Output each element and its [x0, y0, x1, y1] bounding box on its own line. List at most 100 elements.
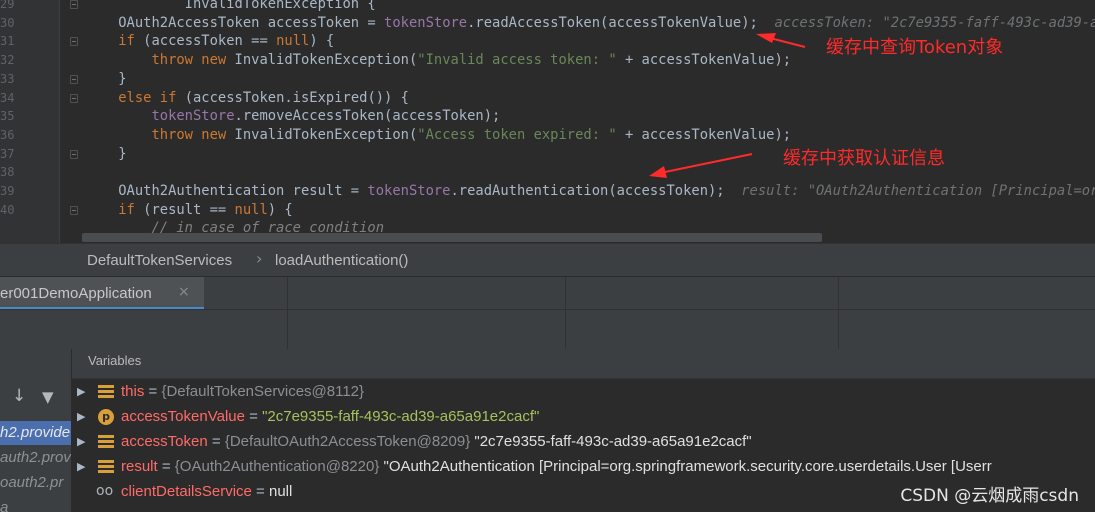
frames-panel: ↓ ▼ h2.provide auth2.provi oauth2.pr a — [0, 349, 72, 512]
fold-marker-icon[interactable] — [70, 149, 78, 159]
variables-header: Variables — [72, 349, 1095, 379]
expand-arrow-icon[interactable]: ▶ — [77, 429, 85, 454]
expand-arrow-icon[interactable]: ▶ — [77, 454, 85, 479]
code-token: .readAuthentication(accessToken); — [450, 183, 725, 199]
fold-marker-icon[interactable] — [70, 0, 78, 9]
watermark: CSDN @云烟成雨csdn — [900, 486, 1079, 506]
code-line: if (accessToken == null) { — [85, 32, 334, 50]
line-number: 29 — [0, 0, 15, 11]
annotation-arrow-1 — [769, 37, 806, 48]
annotation-arrow-2-head — [649, 166, 667, 178]
fold-marker-icon[interactable] — [70, 74, 78, 84]
field-icon — [98, 385, 114, 399]
code-line: OAuth2Authentication result = tokenStore… — [85, 182, 1095, 200]
code-token: OAuth2Authentication result = — [85, 183, 368, 199]
code-token: if — [118, 201, 135, 218]
variable-name: result — [121, 458, 158, 475]
variable-name: accessTokenValue — [121, 408, 245, 425]
fold-marker-icon[interactable] — [70, 37, 78, 47]
code-token: + accessTokenValue); — [616, 126, 792, 143]
variable-name: clientDetailsService — [121, 483, 252, 500]
variable-row[interactable]: ▶ this = {DefaultTokenServices@8112} — [72, 379, 1095, 404]
arrow-down-icon[interactable]: ↓ — [12, 386, 26, 406]
code-token: null — [234, 201, 268, 218]
debug-tool-window-header: er001DemoApplication × — [0, 276, 1095, 310]
variable-type: {DefaultOAuth2AccessToken@8209} — [224, 433, 471, 450]
code-token: tokenStore — [367, 183, 451, 199]
frame-item[interactable]: auth2.provi — [0, 446, 71, 470]
code-token: "Access token expired: " — [417, 126, 617, 143]
line-number: 36 — [0, 127, 15, 142]
code-editor[interactable]: 29 30 31 32 33 34 35 36 37 38 39 40 InvalidTokenExc… — [0, 0, 1095, 243]
code-line: OAuth2AccessToken accessToken = tokenSto… — [85, 14, 1095, 32]
annotation-text-2: 缓存中获取认证信息 — [783, 148, 945, 169]
code-token: .removeAccessToken(accessToken); — [234, 108, 501, 125]
code-line: } — [85, 70, 126, 88]
frame-item[interactable]: a — [0, 496, 71, 512]
code-line: } — [85, 145, 127, 163]
divider — [287, 310, 288, 350]
code-token: throw new — [151, 126, 227, 143]
debug-toolbar — [0, 309, 1095, 350]
divider — [838, 310, 839, 350]
line-number: 34 — [0, 90, 15, 105]
variable-value: "2c7e9355-faff-493c-ad39-a65a91e2cacf" — [470, 433, 752, 450]
code-token: + accessTokenValue); — [616, 52, 792, 69]
expand-arrow-icon[interactable]: ▶ — [77, 379, 85, 404]
fold-marker-icon[interactable] — [70, 205, 78, 215]
code-line: else if (accessToken.isExpired()) { — [85, 89, 409, 107]
annotation-arrow-2 — [664, 153, 753, 173]
inline-debug-value: result: "OAuth2Authentication [Principal… — [724, 183, 1095, 199]
code-line: InvalidTokenException { — [85, 0, 376, 13]
code-token: InvalidTokenException( — [226, 126, 418, 143]
expand-arrow-icon[interactable]: ▶ — [77, 404, 85, 429]
filter-icon[interactable]: ▼ — [42, 388, 54, 406]
variable-row[interactable]: ▶ p accessTokenValue = "2c7e9355-faff-49… — [72, 404, 1095, 429]
code-token: InvalidTokenException( — [226, 52, 418, 69]
breadcrumb-method[interactable]: loadAuthentication() — [275, 252, 408, 269]
code-line: throw new InvalidTokenException("Invalid… — [85, 51, 791, 69]
close-icon[interactable]: × — [178, 284, 190, 300]
code-token: ) { — [267, 201, 293, 218]
line-number: 38 — [0, 165, 15, 180]
fold-marker-icon[interactable] — [70, 93, 78, 103]
breadcrumb-class[interactable]: DefaultTokenServices — [87, 252, 232, 269]
annotation-arrow-1-head — [756, 33, 776, 43]
line-number-gutter: 29 30 31 32 33 34 35 36 37 38 39 40 — [0, 0, 60, 243]
code-token: tokenStore — [151, 108, 235, 125]
frame-item[interactable]: h2.provide — [0, 421, 71, 445]
line-number: 40 — [0, 202, 15, 217]
code-token: tokenStore — [384, 14, 468, 31]
code-token: } — [85, 145, 127, 162]
variable-type: {DefaultTokenServices@8112} — [161, 383, 365, 400]
variable-row[interactable]: ▶ accessToken = {DefaultOAuth2AccessToke… — [72, 429, 1095, 454]
code-line: throw new InvalidTokenException("Access … — [85, 126, 791, 144]
line-number: 31 — [0, 34, 15, 49]
variable-row[interactable]: ▶ result = {OAuth2Authentication@8220} "… — [72, 454, 1095, 479]
code-token: else if — [118, 89, 177, 106]
frame-item[interactable]: oauth2.pr — [0, 471, 71, 495]
line-number: 37 — [0, 146, 15, 161]
code-token: (accessToken.isExpired()) { — [176, 89, 409, 106]
parameter-icon: p — [98, 409, 114, 425]
line-number: 39 — [0, 184, 15, 198]
code-token: ) { — [309, 33, 335, 50]
line-number: 33 — [0, 71, 15, 86]
watch-glasses-icon: oo — [96, 483, 114, 499]
code-token: (result == — [134, 201, 235, 218]
horizontal-scrollbar[interactable] — [82, 233, 822, 242]
code-token: (accessToken == — [134, 33, 277, 50]
field-icon — [98, 460, 114, 474]
field-icon — [98, 435, 114, 449]
line-number: 32 — [0, 53, 15, 68]
code-token: OAuth2AccessToken accessToken = — [85, 14, 385, 31]
tab-run-configuration[interactable]: er001DemoApplication × — [0, 277, 204, 310]
variables-title: Variables — [88, 353, 142, 368]
code-token: .readAccessToken(accessTokenValue); — [467, 14, 758, 31]
annotation-text-1: 缓存中查询Token对象 — [826, 37, 1004, 58]
